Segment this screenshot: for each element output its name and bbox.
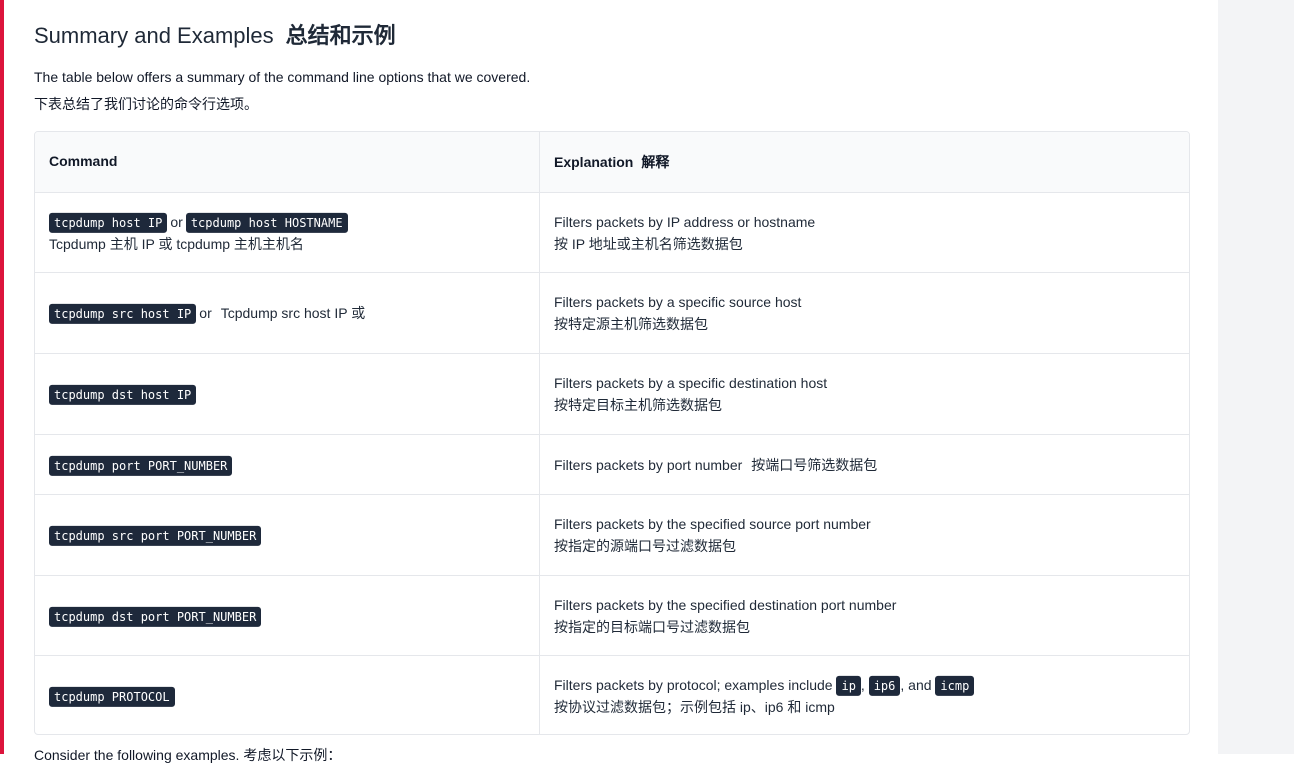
explanation-en: Filters packets by a specific source hos… <box>554 294 802 310</box>
separator-text: , and <box>900 676 932 693</box>
explanation-cell: Filters packets by the specified destina… <box>540 576 1189 656</box>
explanation-en: Filters packets by port number <box>554 457 743 473</box>
command-note: Tcpdump src host IP 或 <box>220 304 366 321</box>
table-row: tcpdump src port PORT_NUMBER Filters pac… <box>35 494 1189 575</box>
explanation-cell: Filters packets by port number 按端口号筛选数据包 <box>540 435 1189 495</box>
code-snippet: ip6 <box>868 675 901 696</box>
code-snippet: tcpdump host HOSTNAME <box>185 213 348 234</box>
code-snippet: tcpdump src port PORT_NUMBER <box>49 526 262 547</box>
explanation-cell: Filters packets by a specific destinatio… <box>540 354 1189 434</box>
command-cell: tcpdump host IP or tcpdump host HOSTNAME T… <box>35 193 540 273</box>
code-snippet: tcpdump PROTOCOL <box>49 686 175 707</box>
command-cell: tcpdump src host IP or Tcpdump src host IP… <box>35 273 540 353</box>
explanation-zh: 按特定源主机筛选数据包 <box>554 316 708 332</box>
command-cell: tcpdump dst port PORT_NUMBER <box>35 576 540 656</box>
code-snippet: ip <box>836 675 861 696</box>
connector-text: or <box>170 213 183 230</box>
explanation-en: Filters packets by IP address or hostnam… <box>554 214 816 230</box>
header-cell-command: Command <box>35 132 540 192</box>
code-snippet: tcpdump dst port PORT_NUMBER <box>49 607 262 628</box>
explanation-zh: 按协议过滤数据包；示例包括 ip、ip6 和 icmp <box>554 698 835 715</box>
explanation-zh: 按端口号筛选数据包 <box>751 457 878 473</box>
explanation-cell: Filters packets by IP address or hostnam… <box>540 193 1189 273</box>
explanation-zh: 按指定的源端口号过滤数据包 <box>554 538 736 554</box>
explanation-zh: 按特定目标主机筛选数据包 <box>554 397 722 413</box>
intro-text-zh: 下表总结了我们讨论的命令行选项。 <box>34 96 258 112</box>
section-heading: Summary and Examples 总结和示例 <box>34 18 396 50</box>
command-cell: tcpdump port PORT_NUMBER <box>35 435 540 495</box>
table-row: tcpdump dst host IP Filters packets by a… <box>35 353 1189 434</box>
explanation-en: Filters packets by the specified source … <box>554 516 871 532</box>
intro-text-en: The table below offers a summary of the … <box>34 69 531 85</box>
explanation-cell: Filters packets by a specific source hos… <box>540 273 1189 353</box>
table-header-row: Command Explanation 解释 <box>35 132 1189 192</box>
connector-text: or <box>199 304 212 321</box>
command-note: Tcpdump 主机 IP 或 tcpdump 主机主机名 <box>49 236 304 253</box>
explanation-en: Filters packets by protocol; examples in… <box>554 676 833 693</box>
table-row: tcpdump PROTOCOL Filters packets by prot… <box>35 655 1189 734</box>
header-explanation-zh: 解释 <box>641 154 670 170</box>
left-accent-bar <box>0 0 4 754</box>
code-snippet: tcpdump dst host IP <box>49 385 197 406</box>
code-snippet: icmp <box>935 675 975 696</box>
code-snippet: tcpdump port PORT_NUMBER <box>49 456 233 477</box>
command-cell: tcpdump dst host IP <box>35 354 540 434</box>
command-cell: tcpdump PROTOCOL <box>35 656 540 734</box>
table-row: tcpdump dst port PORT_NUMBER Filters pac… <box>35 575 1189 656</box>
table-row: tcpdump host IP or tcpdump host HOSTNAME T… <box>35 192 1189 273</box>
explanation-zh: 按指定的目标端口号过滤数据包 <box>554 619 750 635</box>
command-cell: tcpdump src port PORT_NUMBER <box>35 495 540 575</box>
separator-text: , <box>860 676 865 693</box>
code-snippet: tcpdump host IP <box>49 213 168 234</box>
header-cell-explanation: Explanation 解释 <box>540 132 1189 192</box>
heading-en: Summary and Examples <box>34 23 274 48</box>
header-explanation: Explanation <box>554 154 634 170</box>
table-row: tcpdump src host IP or Tcpdump src host IP… <box>35 272 1189 353</box>
explanation-en: Filters packets by the specified destina… <box>554 597 897 613</box>
code-snippet: tcpdump src host IP <box>49 304 197 325</box>
summary-table: Command Explanation 解释 tcpdump host IP or t… <box>34 131 1190 735</box>
right-gutter <box>1218 0 1294 754</box>
table-row: tcpdump port PORT_NUMBER Filters packets… <box>35 434 1189 495</box>
explanation-zh: 按 IP 地址或主机名筛选数据包 <box>554 236 743 252</box>
explanation-cell: Filters packets by protocol; examples in… <box>540 656 1189 734</box>
heading-zh: 总结和示例 <box>285 23 396 48</box>
explanation-en: Filters packets by a specific destinatio… <box>554 375 828 391</box>
header-command: Command <box>49 153 118 169</box>
explanation-cell: Filters packets by the specified source … <box>540 495 1189 575</box>
following-text-partial: Consider the following examples. 考虑以下示例： <box>34 747 342 763</box>
